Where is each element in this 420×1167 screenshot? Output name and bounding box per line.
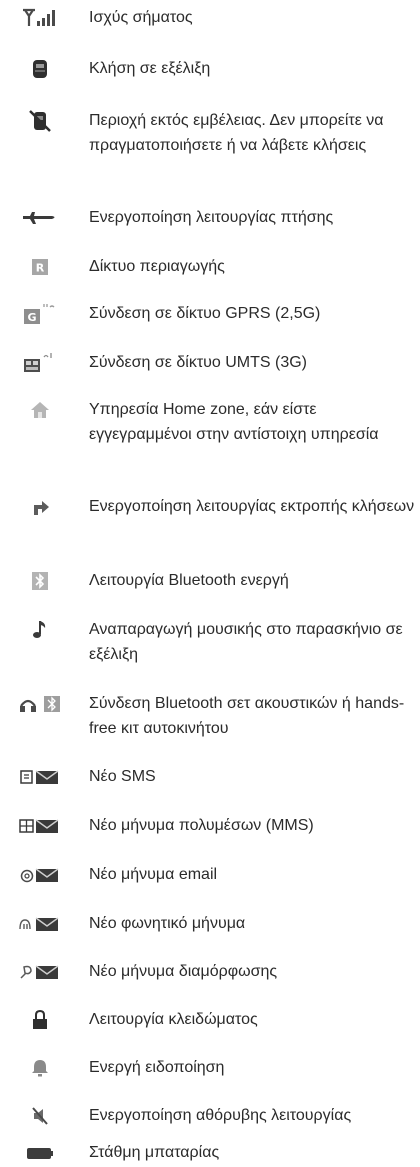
item-text: Αναπαραγωγή μουσικής στο παρασκήνιο σε ε…: [89, 621, 403, 663]
item-text: Νέο SMS: [89, 768, 156, 785]
silent-mode-icon: [0, 1104, 80, 1128]
item-text: Σύνδεση σε δίκτυο GPRS (2,5G): [89, 305, 321, 322]
call-in-progress-icon: [0, 57, 80, 81]
roaming-icon: R: [0, 255, 80, 279]
new-email-icon: [0, 863, 80, 887]
signal-strength-icon: [0, 6, 80, 30]
item-text: Ενεργοποίηση λειτουργίας εκτροπής κλήσεω…: [89, 498, 415, 515]
item-text: Νέο φωνητικό μήνυμα: [89, 915, 246, 932]
no-network-icon: [0, 109, 80, 133]
item-text: Ενεργοποίηση αθόρυβης λειτουργίας: [89, 1107, 352, 1124]
item-text: Λειτουργία Bluetooth ενεργή: [89, 572, 289, 589]
item-text: Ισχύς σήματος: [89, 9, 193, 26]
item-text: Υπηρεσία Home zone, εάν είστε εγγεγραμμέ…: [89, 401, 379, 443]
airplane-mode-icon: [0, 206, 80, 230]
background-music-icon: [0, 618, 80, 642]
bluetooth-icon: [0, 569, 80, 593]
item-text: Κλήση σε εξέλιξη: [89, 60, 211, 77]
item-text: Λειτουργία κλειδώματος: [89, 1011, 258, 1028]
battery-icon: [0, 1141, 80, 1165]
item-text: Στάθμη μπαταρίας: [89, 1144, 220, 1161]
bluetooth-headset-icon: [0, 692, 80, 716]
item-text: Νέο μήνυμα διαμόρφωσης: [89, 963, 278, 980]
item-text: Ενεργή ειδοποίηση: [89, 1059, 225, 1076]
svg-text:R: R: [36, 262, 45, 275]
new-config-message-icon: [0, 960, 80, 984]
item-text: Ενεργοποίηση λειτουργίας πτήσης: [89, 209, 334, 226]
new-sms-icon: [0, 765, 80, 789]
call-divert-icon: [0, 495, 80, 519]
item-text: Σύνδεση Bluetooth σετ ακουστικών ή hands…: [89, 695, 405, 737]
item-text: Σύνδεση σε δίκτυο UMTS (3G): [89, 354, 307, 371]
item-text: Νέο μήνυμα πολυμέσων (MMS): [89, 817, 314, 834]
umts-3g-icon: [0, 351, 80, 375]
gprs-icon: G: [0, 302, 80, 326]
new-mms-icon: [0, 814, 80, 838]
item-text: Δίκτυο περιαγωγής: [89, 258, 225, 275]
new-voicemail-icon: [0, 912, 80, 936]
item-text: Νέο μήνυμα email: [89, 866, 218, 883]
svg-text:G: G: [27, 311, 36, 324]
item-text: Περιοχή εκτός εμβέλειας. Δεν μπορείτε να…: [89, 112, 384, 154]
home-zone-icon: [0, 398, 80, 422]
lock-icon: [0, 1008, 80, 1032]
alarm-bell-icon: [0, 1056, 80, 1080]
